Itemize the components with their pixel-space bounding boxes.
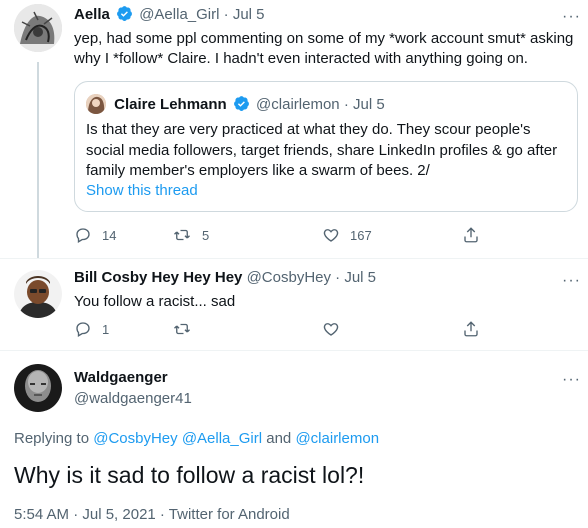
display-name[interactable]: Aella <box>74 6 110 23</box>
timestamp[interactable]: Jul 5 <box>353 96 385 113</box>
quoted-tweet[interactable]: Claire Lehmann @clairlemon · Jul 5 Is th… <box>74 81 578 212</box>
tweet-header: Bill Cosby Hey Hey Hey @CosbyHey · Jul 5 <box>74 268 376 288</box>
like-button[interactable]: 167 <box>322 226 462 244</box>
quoted-tweet-header: Claire Lehmann @clairlemon · Jul 5 <box>86 94 385 118</box>
divider <box>0 258 588 259</box>
like-icon <box>323 229 339 242</box>
quoted-text-line: social media followers, target friends, … <box>86 141 558 159</box>
handle[interactable]: @Aella_Girl <box>139 6 219 23</box>
verified-badge-icon <box>233 95 250 118</box>
tweet-metadata[interactable]: 5:54 AM · Jul 5, 2021 · Twitter for Andr… <box>14 506 290 523</box>
avatar[interactable] <box>86 94 106 114</box>
avatar[interactable] <box>14 364 62 412</box>
divider <box>0 350 588 351</box>
like-icon <box>323 323 339 336</box>
verified-badge-icon <box>116 5 133 28</box>
like-button[interactable] <box>322 320 462 338</box>
handle[interactable]: @waldgaenger41 <box>74 389 192 409</box>
handle[interactable]: @clairlemon <box>256 96 340 113</box>
tweet-text-line: yep, had some ppl commenting on some of … <box>74 30 574 47</box>
quoted-text-line: Is that they are very practiced at what … <box>86 121 531 138</box>
share-icon <box>464 227 478 243</box>
retweet-count: 5 <box>202 227 210 243</box>
mention-link[interactable]: @clairlemon <box>295 430 379 447</box>
tweet-text: Why is it sad to follow a racist lol?! <box>14 462 365 488</box>
share-button[interactable] <box>462 320 480 338</box>
retweet-icon <box>174 229 190 241</box>
display-name[interactable]: Waldgaenger <box>74 368 192 388</box>
more-icon[interactable]: ··· <box>562 372 581 388</box>
more-icon[interactable]: ··· <box>562 273 581 289</box>
display-name[interactable]: Claire Lehmann <box>114 96 227 113</box>
replying-to: Replying to @CosbyHey @Aella_Girl and @c… <box>14 430 379 447</box>
tweet-header: Aella @Aella_Girl · Jul 5 <box>74 5 265 28</box>
tweet-actions: 14 5 167 <box>74 226 504 244</box>
quoted-tweet-text: Is that they are very practiced at what … <box>86 120 566 182</box>
reply-button[interactable]: 1 <box>74 320 164 338</box>
replying-label: Replying to <box>14 430 90 447</box>
replying-and: and <box>266 430 292 447</box>
share-button[interactable] <box>462 226 480 244</box>
avatar[interactable] <box>14 270 62 318</box>
mention-link[interactable]: @CosbyHey <box>93 430 177 447</box>
reply-icon <box>76 228 90 243</box>
tweet-actions: 1 <box>74 320 504 338</box>
timestamp[interactable]: Jul 5 <box>344 269 376 286</box>
reply-button[interactable]: 14 <box>74 226 164 244</box>
handle[interactable]: @CosbyHey <box>247 269 331 286</box>
reply-icon <box>76 322 90 337</box>
more-icon[interactable]: ··· <box>562 9 581 25</box>
show-thread-link[interactable]: Show this thread <box>86 182 198 199</box>
reply-count: 1 <box>102 321 110 337</box>
separator: · <box>343 96 349 113</box>
tweet-text: yep, had some ppl commenting on some of … <box>74 29 580 69</box>
reply-count: 14 <box>102 227 117 243</box>
separator: · <box>223 6 229 23</box>
separator: · <box>335 269 341 286</box>
like-count: 167 <box>350 227 372 243</box>
thread-line <box>37 62 39 258</box>
display-name[interactable]: Bill Cosby Hey Hey Hey <box>74 269 242 286</box>
tweet-text: You follow a racist... sad <box>74 293 236 310</box>
timestamp[interactable]: Jul 5 <box>233 6 265 23</box>
retweet-button[interactable] <box>172 320 314 338</box>
quoted-text-line: family member's employers like a swarm o… <box>86 162 430 179</box>
tweet-header: Waldgaenger @waldgaenger41 <box>74 368 192 409</box>
share-icon <box>464 321 478 337</box>
mention-link[interactable]: @Aella_Girl <box>182 430 262 447</box>
retweet-button[interactable]: 5 <box>172 226 314 244</box>
avatar[interactable] <box>14 4 62 52</box>
retweet-icon <box>174 323 190 335</box>
tweet-text-line: why I *follow* Claire. I hadn't even int… <box>74 50 528 67</box>
